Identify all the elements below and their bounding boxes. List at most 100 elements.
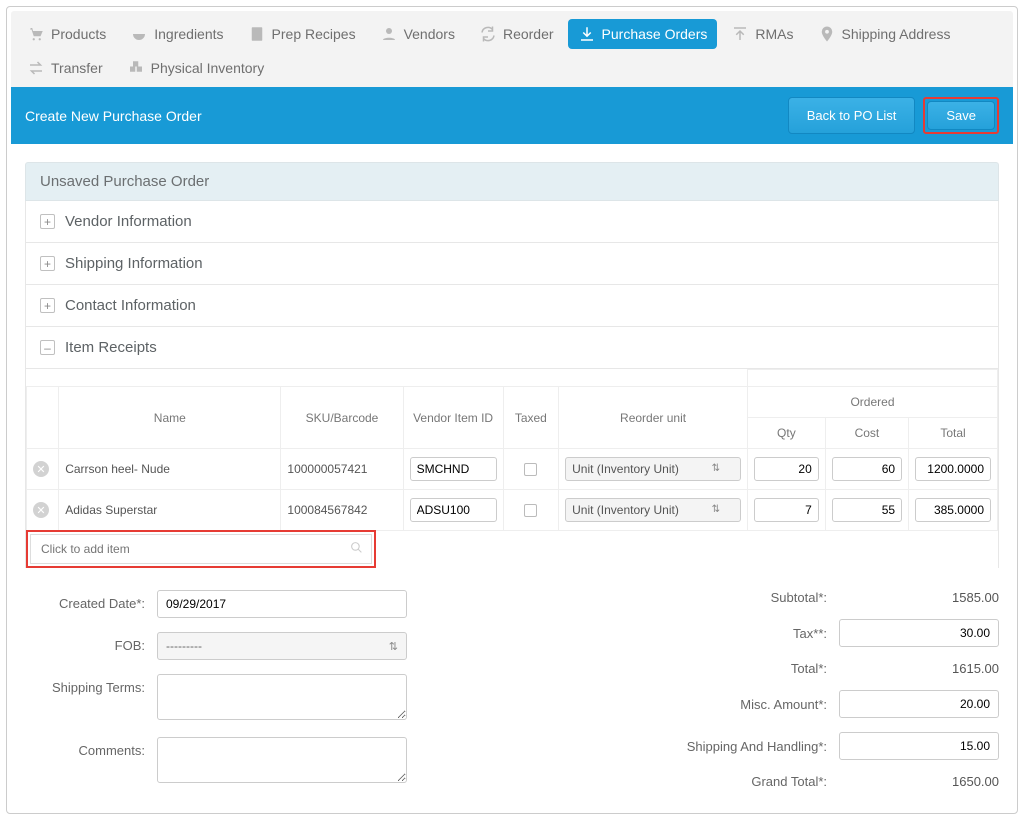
- tax-input[interactable]: [839, 619, 999, 647]
- cell-name: Adidas Superstar: [59, 490, 281, 531]
- select-value: Unit (Inventory Unit): [572, 462, 679, 476]
- col-vendor-item: Vendor Item ID: [403, 387, 503, 449]
- vendor-item-input[interactable]: [410, 498, 497, 522]
- pin-icon: [818, 25, 836, 43]
- nav-transfer[interactable]: Transfer: [17, 53, 113, 83]
- reorder-unit-select[interactable]: Unit (Inventory Unit) ⇅: [565, 457, 741, 481]
- cell-name: Carrson heel- Nude: [59, 449, 281, 490]
- nav-label: Prep Recipes: [272, 26, 356, 42]
- shipping-label: Shipping And Handling*:: [687, 739, 827, 754]
- taxed-checkbox[interactable]: [524, 504, 537, 517]
- nav-rmas[interactable]: RMAs: [721, 19, 803, 49]
- add-item-input[interactable]: [39, 541, 350, 557]
- subtotal-label: Subtotal*:: [771, 590, 827, 605]
- save-button[interactable]: Save: [927, 101, 995, 130]
- table-row: ✕ Carrson heel- Nude 100000057421 Unit (…: [27, 449, 998, 490]
- col-reorder-unit: Reorder unit: [559, 387, 748, 449]
- vendor-item-input[interactable]: [410, 457, 497, 481]
- accordion-vendor-info[interactable]: + Vendor Information: [25, 201, 999, 243]
- accordion-label: Vendor Information: [65, 213, 192, 230]
- accordion-contact-info[interactable]: + Contact Information: [25, 285, 999, 327]
- nav-prep-recipes[interactable]: Prep Recipes: [238, 19, 366, 49]
- nav-label: Reorder: [503, 26, 554, 42]
- cost-input[interactable]: [832, 457, 902, 481]
- cell-sku: 100000057421: [281, 449, 403, 490]
- save-highlight: Save: [923, 97, 999, 134]
- total-value: 1615.00: [839, 661, 999, 676]
- tax-label: Tax**:: [793, 626, 827, 641]
- subtotal-value: 1585.00: [839, 590, 999, 605]
- top-navigation: Products Ingredients Prep Recipes Vendor…: [11, 11, 1013, 87]
- nav-label: Purchase Orders: [602, 26, 708, 42]
- nav-physical-inventory[interactable]: Physical Inventory: [117, 53, 275, 83]
- nav-label: Physical Inventory: [151, 60, 265, 76]
- note-icon: [248, 25, 266, 43]
- total-input[interactable]: [915, 498, 991, 522]
- nav-label: Shipping Address: [842, 26, 951, 42]
- back-to-po-list-button[interactable]: Back to PO List: [788, 97, 916, 134]
- misc-input[interactable]: [839, 690, 999, 718]
- nav-reorder[interactable]: Reorder: [469, 19, 564, 49]
- shipping-input[interactable]: [839, 732, 999, 760]
- reorder-icon: [479, 25, 497, 43]
- nav-label: RMAs: [755, 26, 793, 42]
- col-cost: Cost: [825, 418, 908, 449]
- col-total: Total: [909, 418, 998, 449]
- panel-title: Unsaved Purchase Order: [25, 162, 999, 201]
- qty-input[interactable]: [754, 498, 819, 522]
- accordion-label: Shipping Information: [65, 255, 203, 272]
- page-title: Create New Purchase Order: [25, 108, 202, 124]
- transfer-icon: [27, 59, 45, 77]
- boxes-icon: [127, 59, 145, 77]
- chevron-updown-icon: ⇅: [712, 464, 720, 474]
- expand-icon: +: [40, 298, 55, 313]
- col-name: Name: [59, 387, 281, 449]
- upload-icon: [731, 25, 749, 43]
- nav-label: Vendors: [404, 26, 455, 42]
- add-item-highlight: [26, 530, 376, 568]
- col-sku: SKU/Barcode: [281, 387, 403, 449]
- misc-label: Misc. Amount*:: [740, 697, 827, 712]
- accordion-label: Contact Information: [65, 297, 196, 314]
- taxed-checkbox[interactable]: [524, 463, 537, 476]
- nav-products[interactable]: Products: [17, 19, 116, 49]
- comments-label: Comments:: [25, 737, 145, 758]
- shipping-terms-label: Shipping Terms:: [25, 674, 145, 695]
- items-table: Name SKU/Barcode Vendor Item ID Taxed Re…: [26, 369, 998, 531]
- qty-input[interactable]: [754, 457, 819, 481]
- accordion-label: Item Receipts: [65, 339, 157, 356]
- col-qty: Qty: [747, 418, 825, 449]
- accordion-item-receipts[interactable]: – Item Receipts: [25, 327, 999, 369]
- nav-label: Products: [51, 26, 106, 42]
- col-ordered: Ordered: [747, 387, 997, 418]
- table-row: ✕ Adidas Superstar 100084567842 Unit (In…: [27, 490, 998, 531]
- bowl-icon: [130, 25, 148, 43]
- total-label: Total*:: [791, 661, 827, 676]
- expand-icon: +: [40, 256, 55, 271]
- comments-textarea[interactable]: [157, 737, 407, 783]
- select-value: Unit (Inventory Unit): [572, 503, 679, 517]
- col-taxed: Taxed: [503, 387, 559, 449]
- cost-input[interactable]: [832, 498, 902, 522]
- chevron-updown-icon: ⇅: [712, 505, 720, 515]
- accordion-shipping-info[interactable]: + Shipping Information: [25, 243, 999, 285]
- total-input[interactable]: [915, 457, 991, 481]
- grand-total-value: 1650.00: [839, 774, 999, 789]
- created-date-input[interactable]: [157, 590, 407, 618]
- created-date-label: Created Date*:: [25, 590, 145, 611]
- shipping-terms-textarea[interactable]: [157, 674, 407, 720]
- nav-label: Transfer: [51, 60, 103, 76]
- grand-total-label: Grand Total*:: [751, 774, 827, 789]
- cart-icon: [27, 25, 45, 43]
- remove-row-icon[interactable]: ✕: [33, 461, 49, 477]
- nav-purchase-orders[interactable]: Purchase Orders: [568, 19, 718, 49]
- nav-shipping-address[interactable]: Shipping Address: [808, 19, 961, 49]
- reorder-unit-select[interactable]: Unit (Inventory Unit) ⇅: [565, 498, 741, 522]
- nav-ingredients[interactable]: Ingredients: [120, 19, 233, 49]
- search-icon[interactable]: [350, 541, 363, 557]
- collapse-icon: –: [40, 340, 55, 355]
- nav-vendors[interactable]: Vendors: [370, 19, 465, 49]
- select-value: ---------: [166, 639, 202, 653]
- fob-select[interactable]: --------- ⇅: [157, 632, 407, 660]
- remove-row-icon[interactable]: ✕: [33, 502, 49, 518]
